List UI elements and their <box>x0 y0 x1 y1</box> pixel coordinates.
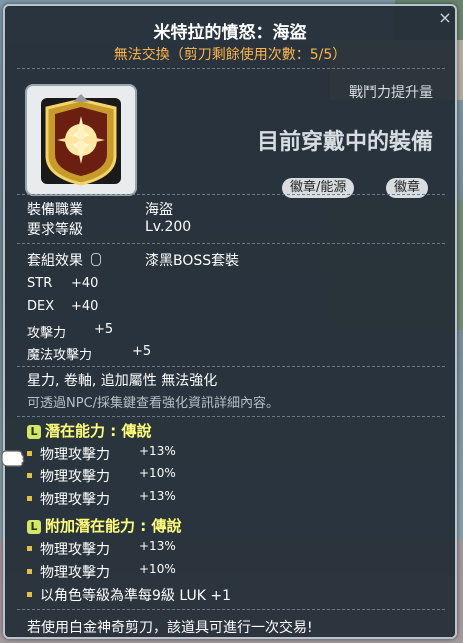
tag-emblem-power: 徽章/能源 <box>282 178 355 198</box>
item-name: 米特拉的憤怒：海盜 <box>153 23 307 43</box>
potential-title: 潛在能力 : 傳說 <box>45 422 152 440</box>
stat-value: +40 <box>71 299 99 314</box>
item-icon-frame <box>25 84 137 196</box>
emblem-icon <box>41 94 121 186</box>
stat-row: 魔法攻擊力 +5 <box>27 344 151 363</box>
stat-name: STR <box>27 276 53 291</box>
level-label: 要求等級 <box>27 222 83 238</box>
stat-name: 攻擊力 <box>27 326 67 341</box>
divider <box>17 366 445 367</box>
potential-line: 物理攻擊力 +13% <box>27 489 176 509</box>
stat-value: +5 <box>132 344 152 359</box>
stat-row: 攻擊力 +5 <box>27 322 113 341</box>
potential-value: +10% <box>139 466 176 480</box>
additional-potential-value: +13% <box>139 539 176 553</box>
potential-value: +13% <box>139 489 176 503</box>
stat-name: DEX <box>27 299 55 314</box>
trade-status: 無法交換（剪刀剩餘使用次數：5/5） <box>113 47 347 63</box>
stat-row: STR +40 <box>27 276 98 291</box>
footer-note: 若使用白金神奇剪刀，該道具可進行一次交易! <box>27 620 313 636</box>
equipped-label: 目前穿戴中的裝備 <box>256 130 433 155</box>
stat-row: DEX +40 <box>27 299 98 314</box>
additional-potential-header: L 附加潛在能力 : 傳說 <box>27 515 181 536</box>
divider <box>17 194 445 195</box>
tag-emblem: 徽章 <box>386 178 429 198</box>
additional-potential-value: +10% <box>139 562 176 576</box>
potential-badge-icon: L <box>27 425 41 439</box>
job-label: 裝備職業 <box>27 202 83 218</box>
mouse-icon <box>91 253 102 266</box>
set-effect-value: 漆黑BOSS套裝 <box>145 253 240 269</box>
job-value: 海盜 <box>145 202 173 218</box>
stat-name: 魔法攻擊力 <box>27 348 93 363</box>
npc-hint: 可透過NPC/採集鍵查看強化資訊詳細內容。 <box>27 396 280 411</box>
potential-line: 物理攻擊力 +13% <box>27 444 176 464</box>
potential-line: 物理攻擊力 +10% <box>27 466 176 486</box>
stat-value: +40 <box>71 276 99 291</box>
potential-badge-icon: L <box>27 520 41 534</box>
divider <box>17 243 445 244</box>
stat-value: +5 <box>94 322 114 337</box>
enhance-note: 星力, 卷軸, 追加屬性 無法強化 <box>27 373 218 389</box>
additional-potential-line: 物理攻擊力 +10% <box>27 562 176 582</box>
item-tooltip: × 米特拉的憤怒：海盜 無法交換（剪刀剩餘使用次數：5/5） 戰鬥力提升量 目前… <box>3 4 457 639</box>
additional-potential-title: 附加潛在能力 : 傳說 <box>45 517 182 535</box>
divider <box>17 609 445 610</box>
pointer-glove-icon <box>1 450 25 467</box>
set-effect-row[interactable]: 套組效果 <box>27 250 102 270</box>
power-increase-label: 戰鬥力提升量 <box>349 85 433 101</box>
set-effect-label: 套組效果 <box>27 253 83 269</box>
potential-value: +13% <box>139 444 176 458</box>
divider <box>17 416 445 417</box>
divider <box>17 68 445 69</box>
additional-potential-line: 物理攻擊力 +13% <box>27 539 176 559</box>
potential-header: L 潛在能力 : 傳說 <box>27 420 151 441</box>
level-value: Lv.200 <box>145 219 192 235</box>
additional-potential-line: 以角色等級為準每9級 LUK +1 <box>27 585 231 605</box>
